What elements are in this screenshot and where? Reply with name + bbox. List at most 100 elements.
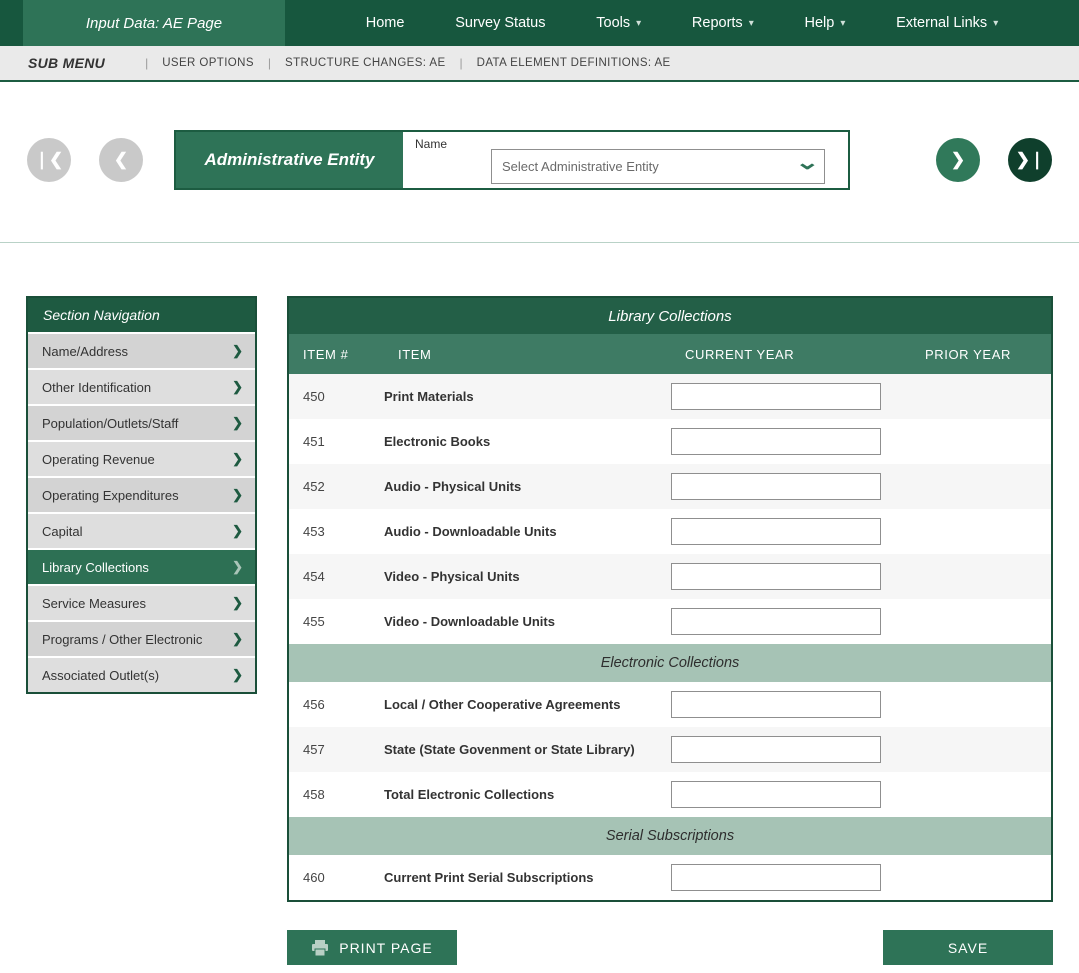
sidebar-item-label: Population/Outlets/Staff	[42, 416, 178, 431]
nav-item-reports[interactable]: Reports▾	[692, 15, 754, 31]
nav-item-label: Help	[804, 15, 834, 31]
item-number: 450	[289, 389, 384, 404]
item-number: 457	[289, 742, 384, 757]
chevron-right-icon: ❯	[232, 667, 243, 683]
sidebar-item-associated-outlet-s[interactable]: Associated Outlet(s)❯	[28, 656, 255, 692]
submenu-item-structure-changes-ae[interactable]: STRUCTURE CHANGES: AE	[285, 57, 445, 69]
item-label: Video - Physical Units	[384, 569, 671, 584]
submenu-title: SUB MENU	[28, 55, 105, 71]
horizontal-divider	[0, 242, 1079, 243]
current-year-cell	[671, 736, 911, 763]
current-year-input-452[interactable]	[671, 473, 881, 500]
item-label: Local / Other Cooperative Agreements	[384, 697, 671, 712]
item-label: Video - Downloadable Units	[384, 614, 671, 629]
item-label: Print Materials	[384, 389, 671, 404]
table-row-453: 453Audio - Downloadable Units	[289, 509, 1051, 554]
current-year-input-458[interactable]	[671, 781, 881, 808]
current-year-input-450[interactable]	[671, 383, 881, 410]
table-row-455: 455Video - Downloadable Units	[289, 599, 1051, 644]
current-year-cell	[671, 518, 911, 545]
item-label: State (State Govenment or State Library)	[384, 742, 671, 757]
section-navigation-title: Section Navigation	[28, 298, 255, 332]
current-year-input-460[interactable]	[671, 864, 881, 891]
sidebar-item-programs-other-electronic[interactable]: Programs / Other Electronic❯	[28, 620, 255, 656]
nav-item-tools[interactable]: Tools ▾	[596, 15, 641, 31]
chevron-right-icon: ❯	[232, 523, 243, 539]
sidebar-item-label: Capital	[42, 524, 82, 539]
current-year-cell	[671, 563, 911, 590]
current-year-cell	[671, 608, 911, 635]
sidebar-item-name-address[interactable]: Name/Address ❯	[28, 332, 255, 368]
save-label: SAVE	[948, 940, 988, 956]
nav-item-home[interactable]: Home	[366, 15, 405, 31]
last-record-button[interactable]: ❯❘	[1008, 138, 1052, 182]
sidebar-item-population-outlets-staff[interactable]: Population/Outlets/Staff❯	[28, 404, 255, 440]
panel-column: Library Collections ITEM # ITEM CURRENT …	[287, 296, 1053, 965]
sidebar-item-other-identification[interactable]: Other Identification❯	[28, 368, 255, 404]
column-header-item-number: ITEM #	[289, 347, 384, 362]
section-band-electronic-collections: Electronic Collections	[289, 644, 1051, 682]
nav-item-external-links[interactable]: External Links ▾	[896, 15, 998, 31]
chevron-right-icon: ❯	[232, 343, 243, 359]
top-navigation-bar: Input Data: AE Page Home Survey Status Too…	[0, 0, 1079, 46]
submenu-separator: |	[460, 56, 463, 70]
item-label: Current Print Serial Subscriptions	[384, 870, 671, 885]
sidebar-item-operating-revenue[interactable]: Operating Revenue❯	[28, 440, 255, 476]
sidebar-item-service-measures[interactable]: Service Measures❯	[28, 584, 255, 620]
item-label: Total Electronic Collections	[384, 787, 671, 802]
library-collections-panel: Library Collections ITEM # ITEM CURRENT …	[287, 296, 1053, 902]
sidebar-item-library-collections[interactable]: Library Collections❯	[28, 548, 255, 584]
section-band-serial-subscriptions: Serial Subscriptions	[289, 817, 1051, 855]
save-button[interactable]: SAVE	[883, 930, 1053, 965]
submenu-item-data-element-definitions-ae[interactable]: DATA ELEMENT DEFINITIONS: AE	[477, 57, 671, 69]
entity-box-title: Administrative Entity	[176, 132, 403, 188]
nav-item-help[interactable]: Help▾	[804, 15, 845, 31]
previous-record-button[interactable]: ❮	[99, 138, 143, 182]
administrative-entity-select[interactable]: Select Administrative Entity ⌄	[491, 149, 825, 184]
current-year-input-457[interactable]	[671, 736, 881, 763]
sidebar-item-label: Service Measures	[42, 596, 146, 611]
nav-item-label: External Links	[896, 15, 987, 31]
table-row-450: 450Print Materials	[289, 374, 1051, 419]
chevron-down-icon: ⌄	[795, 153, 820, 173]
dropdown-caret-icon: ▾	[636, 18, 641, 29]
submenu-separator: |	[268, 56, 271, 70]
table-row-452: 452Audio - Physical Units	[289, 464, 1051, 509]
table-row-454: 454Video - Physical Units	[289, 554, 1051, 599]
column-header-current-year: CURRENT YEAR	[671, 347, 911, 362]
entity-name-label: Name	[415, 137, 447, 151]
tab-input-data-ae-page[interactable]: Input Data: AE Page	[23, 0, 285, 46]
next-record-button[interactable]: ❯	[936, 138, 980, 182]
item-number: 451	[289, 434, 384, 449]
sidebar-item-label: Other Identification	[42, 380, 151, 395]
print-page-button[interactable]: PRINT PAGE	[287, 930, 457, 965]
sidebar-item-capital[interactable]: Capital ❯	[28, 512, 255, 548]
dropdown-caret-icon: ▾	[993, 18, 998, 29]
item-number: 452	[289, 479, 384, 494]
current-year-cell	[671, 781, 911, 808]
sidebar-item-operating-expenditures[interactable]: Operating Expenditures❯	[28, 476, 255, 512]
sidebar-item-label: Operating Expenditures	[42, 488, 179, 503]
current-year-cell	[671, 383, 911, 410]
column-header-prior-year: PRIOR YEAR	[911, 347, 1051, 362]
submenu-item-user-options[interactable]: USER OPTIONS	[162, 57, 254, 69]
printer-icon	[311, 940, 329, 956]
first-record-button[interactable]: ❘❮	[27, 138, 71, 182]
nav-item-survey-status[interactable]: Survey Status	[455, 15, 545, 31]
nav-item-label: Home	[366, 15, 405, 31]
sidebar-item-label: Library Collections	[42, 560, 149, 575]
current-year-input-454[interactable]	[671, 563, 881, 590]
sidebar-item-label: Name/Address	[42, 344, 128, 359]
panel-footer: PRINT PAGE SAVE	[287, 930, 1053, 965]
submenu-separator: |	[145, 56, 148, 70]
nav-item-label: Tools	[596, 15, 630, 31]
item-number: 456	[289, 697, 384, 712]
print-page-label: PRINT PAGE	[339, 940, 433, 956]
item-number: 453	[289, 524, 384, 539]
current-year-input-453[interactable]	[671, 518, 881, 545]
current-year-input-456[interactable]	[671, 691, 881, 718]
current-year-input-455[interactable]	[671, 608, 881, 635]
current-year-input-451[interactable]	[671, 428, 881, 455]
item-number: 458	[289, 787, 384, 802]
table-row-458: 458Total Electronic Collections	[289, 772, 1051, 817]
